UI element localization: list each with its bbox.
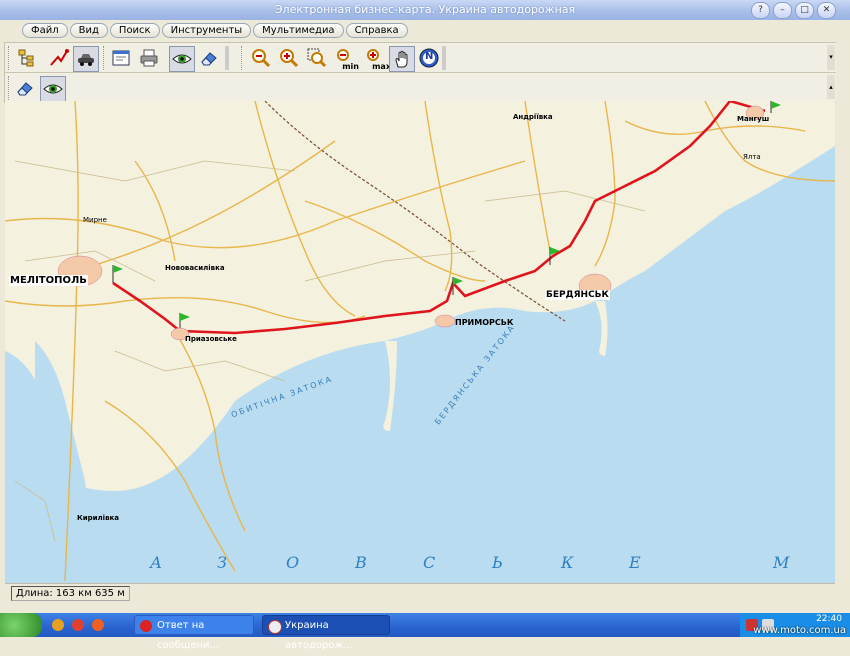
eye-icon <box>172 54 192 64</box>
help-icon[interactable]: ? <box>751 2 770 19</box>
toolbar1-scroll[interactable]: ▾ <box>827 45 835 70</box>
minimize-button[interactable]: – <box>773 2 792 19</box>
task-opera-label: Ответ на сообщени... <box>157 620 220 651</box>
opera-icon[interactable] <box>72 619 84 631</box>
city-melitopol[interactable]: МЕЛІТОПОЛЬ <box>9 275 88 286</box>
layers-tree-button[interactable] <box>15 46 39 70</box>
city-berdiansk[interactable]: БЕРДЯНСЬК <box>545 290 610 300</box>
menu-tools[interactable]: Инструменты <box>161 23 252 38</box>
zoom-area-button[interactable] <box>305 46 329 70</box>
menu-multimedia[interactable]: Мультимедиа <box>253 23 344 38</box>
main-toolbar: min max N ▾ <box>4 42 838 74</box>
sea-letter: Ь <box>492 553 503 572</box>
task-opera[interactable]: Ответ на сообщени... <box>134 615 254 651</box>
pan-button[interactable] <box>389 46 415 72</box>
quicklaunch-icon[interactable] <box>52 619 64 631</box>
task-map-app[interactable]: Украина автодорож... <box>262 615 390 651</box>
quicklaunch-icon[interactable] <box>92 619 104 631</box>
sea-letter: С <box>423 553 436 572</box>
city-novovasylivka[interactable]: Нововасилівка <box>165 264 225 272</box>
window-right-edge <box>836 42 850 601</box>
sea-letter: В <box>355 553 367 572</box>
zoom-out-button[interactable] <box>249 46 273 70</box>
route-length-readout: Длина: 163 км 635 м <box>11 586 130 601</box>
route-icon <box>50 49 69 66</box>
window-icon <box>112 50 130 66</box>
city-yalta[interactable]: Ялта <box>743 153 761 161</box>
layers-tree-icon <box>18 49 34 67</box>
show-route-button[interactable] <box>40 76 66 102</box>
clock[interactable]: 22:40 <box>816 614 842 624</box>
toolbar2-scroll[interactable]: ▴ <box>827 75 835 99</box>
route-toolbar: ▴ <box>4 72 838 103</box>
zoom-area-icon <box>307 48 327 68</box>
menu-search[interactable]: Поиск <box>109 23 160 38</box>
map-view[interactable]: МЕЛІТОПОЛЬ БЕРДЯНСЬК ПРИМОРСЬК Приазовсь… <box>5 101 835 583</box>
eraser-icon <box>17 82 33 96</box>
car-icon <box>78 54 94 66</box>
hand-icon <box>395 50 408 68</box>
maximize-button[interactable]: □ <box>795 2 814 19</box>
zoom-min-label: min <box>342 62 359 71</box>
eraser-button[interactable] <box>197 46 221 70</box>
city-prymorsk[interactable]: ПРИМОРСЬК <box>455 318 513 327</box>
zoom-min-button[interactable]: min <box>333 46 359 71</box>
opera-icon <box>140 620 152 632</box>
zoom-out-icon <box>252 49 271 68</box>
eye-icon <box>43 84 63 94</box>
start-button[interactable] <box>0 613 42 637</box>
sea-letter: О <box>286 553 300 572</box>
status-bar: Длина: 163 км 635 м <box>5 583 835 602</box>
menu-view[interactable]: Вид <box>69 23 108 38</box>
view-button[interactable] <box>169 46 195 72</box>
city-myrne[interactable]: Мирне <box>83 216 107 224</box>
route-tool-button[interactable] <box>47 46 71 70</box>
zoom-in-button[interactable] <box>277 46 301 70</box>
watermark: www.moto.com.ua <box>753 625 846 636</box>
north-button[interactable]: N <box>417 46 441 70</box>
city-manhush[interactable]: Мангуш <box>737 115 769 123</box>
window-button[interactable] <box>109 46 133 70</box>
city-pryazovske[interactable]: Приазовське <box>185 335 237 343</box>
sea-letter: М <box>773 553 790 572</box>
zoom-max-button[interactable]: max <box>363 46 391 71</box>
print-button[interactable] <box>137 46 161 70</box>
title-bar: Электронная бизнес-карта. Украина автодо… <box>0 0 850 21</box>
task-map-app-label: Украина автодорож... <box>285 620 354 651</box>
zoom-in-icon <box>280 49 299 68</box>
menu-help[interactable]: Справка <box>345 23 408 38</box>
eraser-icon <box>201 52 217 66</box>
clear-route-button[interactable] <box>13 76 37 100</box>
menu-file[interactable]: Файл <box>22 23 68 38</box>
menu-bar: Файл Вид Поиск Инструменты Мультимедиа С… <box>0 20 850 42</box>
north-label: N <box>425 51 434 62</box>
printer-icon <box>140 49 158 67</box>
map-canvas[interactable] <box>5 101 835 583</box>
map-app-icon <box>268 620 282 634</box>
window-title: Электронная бизнес-карта. Украина автодо… <box>274 3 576 16</box>
sea-letter: А <box>150 553 163 572</box>
taskbar: Ответ на сообщени... Украина автодорож..… <box>0 613 850 651</box>
sea-letter: К <box>561 553 574 572</box>
close-button[interactable]: ✕ <box>817 2 836 19</box>
city-andriivka[interactable]: Андріївка <box>513 113 553 121</box>
sea-letter: З <box>217 553 227 572</box>
toolbar-grip[interactable] <box>8 46 12 70</box>
car-route-button[interactable] <box>73 46 99 72</box>
sea-letter: Е <box>629 553 641 572</box>
city-kyrylivka[interactable]: Кирилівка <box>77 514 119 522</box>
